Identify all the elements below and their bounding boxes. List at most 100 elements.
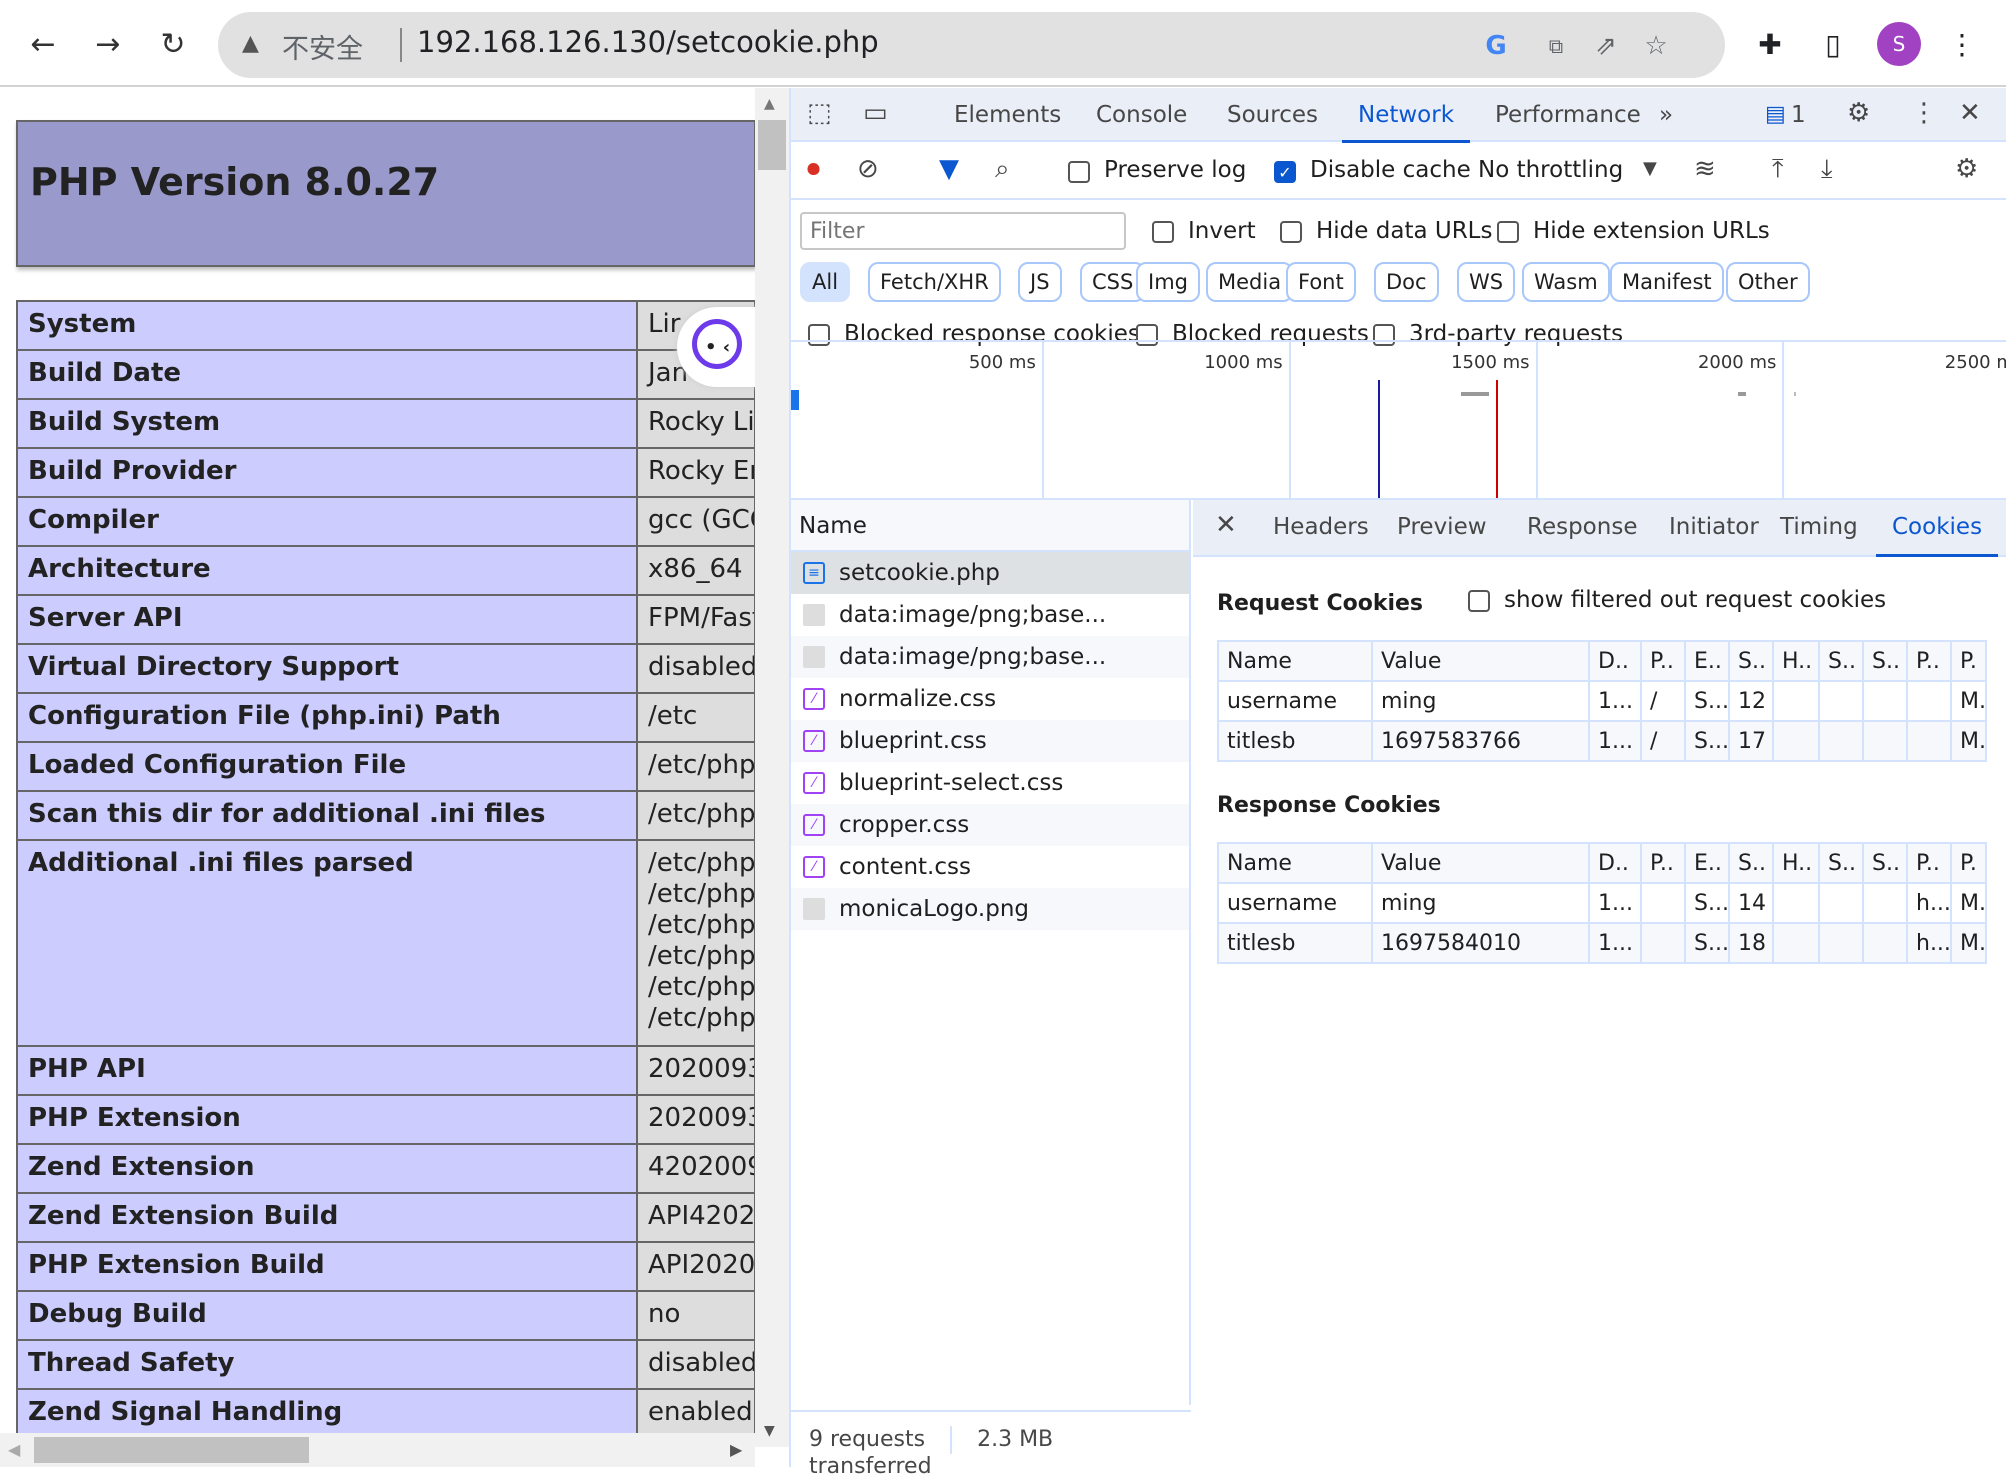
tab-performance[interactable]: Performance (1495, 102, 1641, 128)
disable-cache-checkbox[interactable]: ✓ (1274, 161, 1296, 183)
cookie-column-header[interactable]: P.. (1906, 640, 1952, 682)
cookie-column-header[interactable]: P.. (1640, 842, 1686, 884)
request-row[interactable]: ⁄ blueprint.css (791, 720, 1189, 762)
menu-icon[interactable]: ⋮ (1942, 24, 1982, 64)
clear-icon[interactable]: ⊘ (857, 154, 879, 184)
scroll-down-icon[interactable]: ▼ (764, 1423, 775, 1439)
side-panel-icon[interactable]: ▯ (1813, 24, 1853, 64)
cookie-column-header[interactable]: P. (1950, 640, 1987, 682)
monica-floating-button[interactable]: • ‹ (677, 307, 755, 387)
tab-network[interactable]: Network (1341, 102, 1471, 143)
warning-icon[interactable]: ▲ (242, 31, 259, 56)
filter-type-fetchxhr[interactable]: Fetch/XHR (868, 262, 1001, 302)
request-row[interactable]: ⁄ normalize.css (791, 678, 1189, 720)
tab-response[interactable]: Response (1527, 514, 1637, 540)
hide-extension-urls-checkbox[interactable] (1497, 221, 1519, 243)
security-label[interactable]: 不安全 (282, 27, 363, 66)
filter-type-js[interactable]: JS (1018, 262, 1062, 302)
device-toolbar-icon[interactable]: ▭ (863, 98, 888, 128)
google-lens-icon[interactable]: G (1478, 28, 1514, 64)
url-text[interactable]: 192.168.126.130/setcookie.php (401, 25, 879, 59)
cookie-column-header[interactable]: D.. (1588, 640, 1642, 682)
network-settings-gear-icon[interactable]: ⚙ (1955, 154, 1978, 184)
filter-type-media[interactable]: Media (1206, 262, 1294, 302)
tab-headers[interactable]: Headers (1273, 514, 1369, 540)
network-conditions-icon[interactable]: ≋ (1694, 154, 1716, 184)
request-row[interactable]: data:image/png;base... (791, 636, 1189, 678)
scroll-left-icon[interactable]: ◀ (8, 1440, 20, 1459)
translate-icon[interactable]: ⧉ (1538, 28, 1574, 64)
filter-type-all[interactable]: All (800, 262, 851, 302)
cookie-column-header[interactable]: Name (1217, 842, 1373, 884)
cookie-column-header[interactable]: S.. (1728, 842, 1774, 884)
cookie-column-header[interactable]: S.. (1862, 842, 1908, 884)
cookie-column-header[interactable]: D.. (1588, 842, 1642, 884)
settings-gear-icon[interactable]: ⚙ (1847, 98, 1870, 128)
filter-type-ws[interactable]: WS (1457, 262, 1516, 302)
filter-type-other[interactable]: Other (1726, 262, 1810, 302)
cookie-column-header[interactable]: S.. (1818, 842, 1864, 884)
cookie-column-header[interactable]: E.. (1684, 842, 1730, 884)
filter-type-wasm[interactable]: Wasm (1522, 262, 1610, 302)
request-row[interactable]: ⁄ content.css (791, 846, 1189, 888)
scroll-right-icon[interactable]: ▶ (730, 1440, 742, 1459)
more-options-icon[interactable]: ⋮ (1911, 98, 1937, 128)
issues-count[interactable]: 1 (1791, 102, 1806, 128)
more-tabs-icon[interactable]: » (1659, 102, 1673, 128)
request-row[interactable]: ⁄ blueprint-select.css (791, 762, 1189, 804)
bookmark-star-icon[interactable]: ☆ (1638, 28, 1674, 64)
record-stop-icon[interactable]: ⏺ (807, 154, 820, 185)
issues-icon[interactable]: ▤ (1765, 102, 1786, 127)
close-devtools-icon[interactable]: ✕ (1959, 98, 1981, 128)
cookie-column-header[interactable]: S.. (1862, 640, 1908, 682)
request-row[interactable]: data:image/png;base... (791, 594, 1189, 636)
cookie-column-header[interactable]: Value (1371, 842, 1590, 884)
horizontal-scrollbar[interactable]: ◀ ▶ (0, 1433, 755, 1467)
tab-sources[interactable]: Sources (1227, 102, 1318, 128)
cookie-column-header[interactable]: H.. (1772, 640, 1820, 682)
throttling-select[interactable]: No throttling (1478, 157, 1623, 183)
cookie-column-header[interactable]: P. (1950, 842, 1987, 884)
tab-cookies[interactable]: Cookies (1875, 514, 1999, 557)
show-filtered-cookies-checkbox[interactable] (1468, 590, 1490, 612)
filter-type-font[interactable]: Font (1286, 262, 1356, 302)
scrollbar-thumb[interactable] (758, 120, 786, 170)
tab-console[interactable]: Console (1096, 102, 1187, 128)
back-icon[interactable]: ← (21, 22, 65, 66)
filter-input[interactable] (800, 212, 1126, 250)
tab-initiator[interactable]: Initiator (1669, 514, 1759, 540)
cookie-column-header[interactable]: Name (1217, 640, 1373, 682)
cookie-column-header[interactable]: S.. (1818, 640, 1864, 682)
preserve-log-checkbox[interactable] (1068, 161, 1090, 183)
avatar[interactable]: S (1877, 22, 1921, 66)
request-row[interactable]: ⁄ cropper.css (791, 804, 1189, 846)
filter-type-img[interactable]: Img (1136, 262, 1200, 302)
filter-type-manifest[interactable]: Manifest (1610, 262, 1724, 302)
cookie-row[interactable]: usernameming1... S...14 h...M.. (1217, 882, 1987, 924)
forward-icon[interactable]: → (86, 22, 130, 66)
share-icon[interactable]: ⇗ (1588, 28, 1624, 64)
cookie-column-header[interactable]: Value (1371, 640, 1590, 682)
hide-data-urls-checkbox[interactable] (1280, 221, 1302, 243)
chevron-down-icon[interactable]: ▼ (1643, 158, 1657, 179)
cookie-row[interactable]: titlesb16975840101... S...18 h...M.. (1217, 922, 1987, 964)
cookie-column-header[interactable]: P.. (1906, 842, 1952, 884)
address-bar[interactable]: ▲ 不安全 192.168.126.130/setcookie.php G ⧉ … (218, 12, 1725, 78)
tab-elements[interactable]: Elements (954, 102, 1061, 128)
inspect-element-icon[interactable]: ⬚ (807, 98, 832, 128)
cookie-column-header[interactable]: H.. (1772, 842, 1820, 884)
cookie-row[interactable]: titlesb16975837661.../S...17 M.. (1217, 720, 1987, 762)
request-row[interactable]: ≡ setcookie.php (791, 552, 1189, 594)
export-har-icon[interactable]: ⤓ (1821, 154, 1833, 185)
tab-preview[interactable]: Preview (1397, 514, 1487, 540)
filter-type-doc[interactable]: Doc (1374, 262, 1439, 302)
filter-funnel-icon[interactable]: ▼ (939, 154, 959, 184)
search-icon[interactable]: ⌕ (995, 154, 1010, 185)
vertical-scrollbar[interactable]: ▲ ▼ (755, 88, 789, 1447)
network-overview-timeline[interactable]: 500 ms 1000 ms 1500 ms 2000 ms 2500 ms (791, 340, 2006, 500)
name-column-header[interactable]: Name (791, 500, 1189, 552)
cookie-column-header[interactable]: S.. (1728, 640, 1774, 682)
close-detail-icon[interactable]: ✕ (1215, 510, 1237, 540)
tab-timing[interactable]: Timing (1780, 514, 1858, 540)
reload-icon[interactable]: ↻ (151, 22, 195, 66)
